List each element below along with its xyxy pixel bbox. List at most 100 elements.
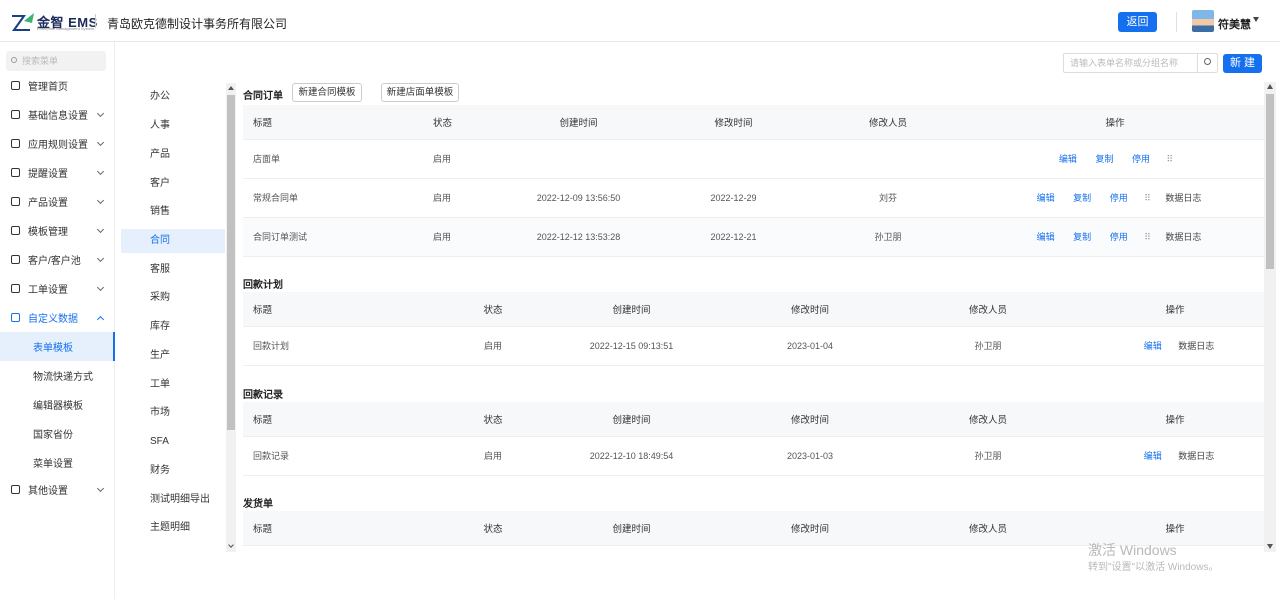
search-button[interactable] xyxy=(1197,53,1218,73)
cell-modified: 2022-12-29 xyxy=(657,178,810,218)
sidebar-item-label: 产品设置 xyxy=(28,198,68,209)
chevron-down-icon xyxy=(96,225,105,234)
cube-icon xyxy=(11,197,20,206)
sidebar: 搜索菜单 管理首页 基础信息设置 应用规则设置 提醒设置 产品设置 模板管理 客… xyxy=(0,42,115,599)
edit-link[interactable]: 编辑 xyxy=(1059,154,1077,164)
new-store-template-button[interactable]: 新建店面单模板 xyxy=(381,83,459,102)
column-header: 标题 xyxy=(243,292,453,327)
sidebar-item-app-rules[interactable]: 应用规则设置 xyxy=(0,129,115,158)
avatar[interactable] xyxy=(1192,10,1214,32)
cell-title: 回款计划 xyxy=(243,326,453,366)
sidebar-subitem-menu-settings[interactable]: 菜单设置 xyxy=(0,448,115,477)
sidebar-subitem-form-templates[interactable]: 表单模板 xyxy=(0,332,115,361)
category-item[interactable]: 客户 xyxy=(121,172,225,196)
sidebar-subitem-editor-templates[interactable]: 编辑器模板 xyxy=(0,390,115,419)
data-log-link[interactable]: 数据日志 xyxy=(1178,341,1214,351)
main-scrollbar[interactable] xyxy=(1264,82,1276,552)
category-item-active[interactable]: 合同 xyxy=(121,229,225,253)
scroll-down-icon[interactable] xyxy=(1267,544,1273,549)
contract-table: 标题 状态 创建时间 修改时间 修改人员 操作 店面单 启用 编辑 复制 停用 … xyxy=(243,105,1264,257)
cell-status: 启用 xyxy=(423,217,500,257)
cell-modified: 2022-12-21 xyxy=(657,217,810,257)
category-item[interactable]: 主题明细 xyxy=(121,516,225,540)
sidebar-item-custom-data[interactable]: 自定义数据 xyxy=(0,303,115,332)
sidebar-item-label: 提醒设置 xyxy=(28,169,68,180)
section-title-shipping: 发货单 xyxy=(243,499,273,510)
chevron-down-icon[interactable] xyxy=(1253,17,1259,22)
logo: 金智 EMS Enterprise Management System xyxy=(12,12,98,31)
edit-link[interactable]: 编辑 xyxy=(1037,232,1055,242)
category-item[interactable]: SFA xyxy=(121,430,225,454)
category-item[interactable]: 人事 xyxy=(121,114,225,138)
column-header: 修改人员 xyxy=(890,402,1086,437)
new-button[interactable]: 新 建 xyxy=(1223,54,1262,73)
sidebar-item-label: 基础信息设置 xyxy=(28,111,88,122)
data-log-link[interactable]: 数据日志 xyxy=(1165,232,1201,242)
template-icon xyxy=(11,226,20,235)
windows-watermark-title: 激活 Windows xyxy=(1088,542,1177,558)
copy-link[interactable]: 复制 xyxy=(1073,232,1091,242)
sidebar-subitem-provinces[interactable]: 国家省份 xyxy=(0,419,115,448)
cell-modified: 2023-01-03 xyxy=(730,436,890,476)
scroll-up-icon[interactable] xyxy=(228,86,234,90)
category-item[interactable]: 采购 xyxy=(121,286,225,310)
category-item[interactable]: 测试明细导出 xyxy=(121,488,225,512)
disable-link[interactable]: 停用 xyxy=(1110,193,1128,203)
sidebar-item-templates[interactable]: 模板管理 xyxy=(0,216,115,245)
company-name: 青岛欧克德制设计事务所有限公司 xyxy=(107,17,288,31)
edit-link[interactable]: 编辑 xyxy=(1037,193,1055,203)
sidebar-subitem-logistics[interactable]: 物流快递方式 xyxy=(0,361,115,390)
column-header: 标题 xyxy=(243,402,453,437)
category-item[interactable]: 生产 xyxy=(121,344,225,368)
sidebar-item-other-settings[interactable]: 其他设置 xyxy=(0,475,115,504)
disable-link[interactable]: 停用 xyxy=(1132,154,1150,164)
cell-created xyxy=(500,139,657,179)
sidebar-search-input[interactable]: 搜索菜单 xyxy=(6,51,106,71)
username[interactable]: 符美慧 xyxy=(1218,16,1251,32)
cell-created: 2022-12-09 13:56:50 xyxy=(500,178,657,218)
new-contract-template-button[interactable]: 新建合同模板 xyxy=(292,83,362,102)
category-item[interactable]: 客服 xyxy=(121,258,225,282)
sidebar-item-reminders[interactable]: 提醒设置 xyxy=(0,158,115,187)
sidebar-item-tickets[interactable]: 工单设置 xyxy=(0,274,115,303)
sidebar-item-label: 工单设置 xyxy=(28,285,68,296)
data-log-link[interactable]: 数据日志 xyxy=(1178,451,1214,461)
scrollbar-thumb[interactable] xyxy=(227,95,235,430)
cell-actions: 编辑 复制 停用 ⠿ 数据日志 xyxy=(966,178,1264,218)
scroll-down-icon[interactable] xyxy=(228,542,234,548)
disable-link[interactable]: 停用 xyxy=(1110,232,1128,242)
data-log-link[interactable]: 数据日志 xyxy=(1165,193,1201,203)
category-item[interactable]: 工单 xyxy=(121,373,225,397)
edit-link[interactable]: 编辑 xyxy=(1144,451,1162,461)
cell-title: 合同订单测试 xyxy=(243,217,423,257)
sidebar-item-products[interactable]: 产品设置 xyxy=(0,187,115,216)
category-item[interactable]: 产品 xyxy=(121,143,225,167)
copy-link[interactable]: 复制 xyxy=(1095,154,1113,164)
copy-link[interactable]: 复制 xyxy=(1073,193,1091,203)
sidebar-item-basic-info[interactable]: 基础信息设置 xyxy=(0,100,115,129)
category-item[interactable]: 市场 xyxy=(121,401,225,425)
drag-handle-icon[interactable]: ⠿ xyxy=(1144,193,1151,203)
drag-handle-icon[interactable]: ⠿ xyxy=(1144,232,1151,242)
column-header: 修改人员 xyxy=(810,105,966,140)
chevron-down-icon xyxy=(96,167,105,176)
table-row: 常规合同单 启用 2022-12-09 13:56:50 2022-12-29 … xyxy=(243,178,1264,218)
category-item[interactable]: 办公 xyxy=(121,85,225,109)
sidebar-item-home[interactable]: 管理首页 xyxy=(0,71,115,100)
category-item[interactable]: 库存 xyxy=(121,315,225,339)
section-title-contract: 合同订单 xyxy=(243,91,283,102)
form-search-input[interactable]: 请输入表单名称或分组名称 xyxy=(1063,53,1218,73)
column-header: 标题 xyxy=(243,105,423,140)
chevron-down-icon xyxy=(96,484,105,493)
category-scrollbar[interactable] xyxy=(226,83,236,552)
column-header: 状态 xyxy=(453,511,533,546)
category-item[interactable]: 财务 xyxy=(121,459,225,483)
drag-handle-icon[interactable]: ⠿ xyxy=(1167,154,1174,164)
scroll-up-icon[interactable] xyxy=(1267,84,1273,89)
sidebar-item-customers[interactable]: 客户/客户池 xyxy=(0,245,115,274)
scrollbar-thumb[interactable] xyxy=(1266,94,1274,269)
edit-link[interactable]: 编辑 xyxy=(1144,341,1162,351)
back-button[interactable]: 返回 xyxy=(1118,12,1157,32)
header-separator xyxy=(1176,12,1177,32)
category-item[interactable]: 销售 xyxy=(121,200,225,224)
